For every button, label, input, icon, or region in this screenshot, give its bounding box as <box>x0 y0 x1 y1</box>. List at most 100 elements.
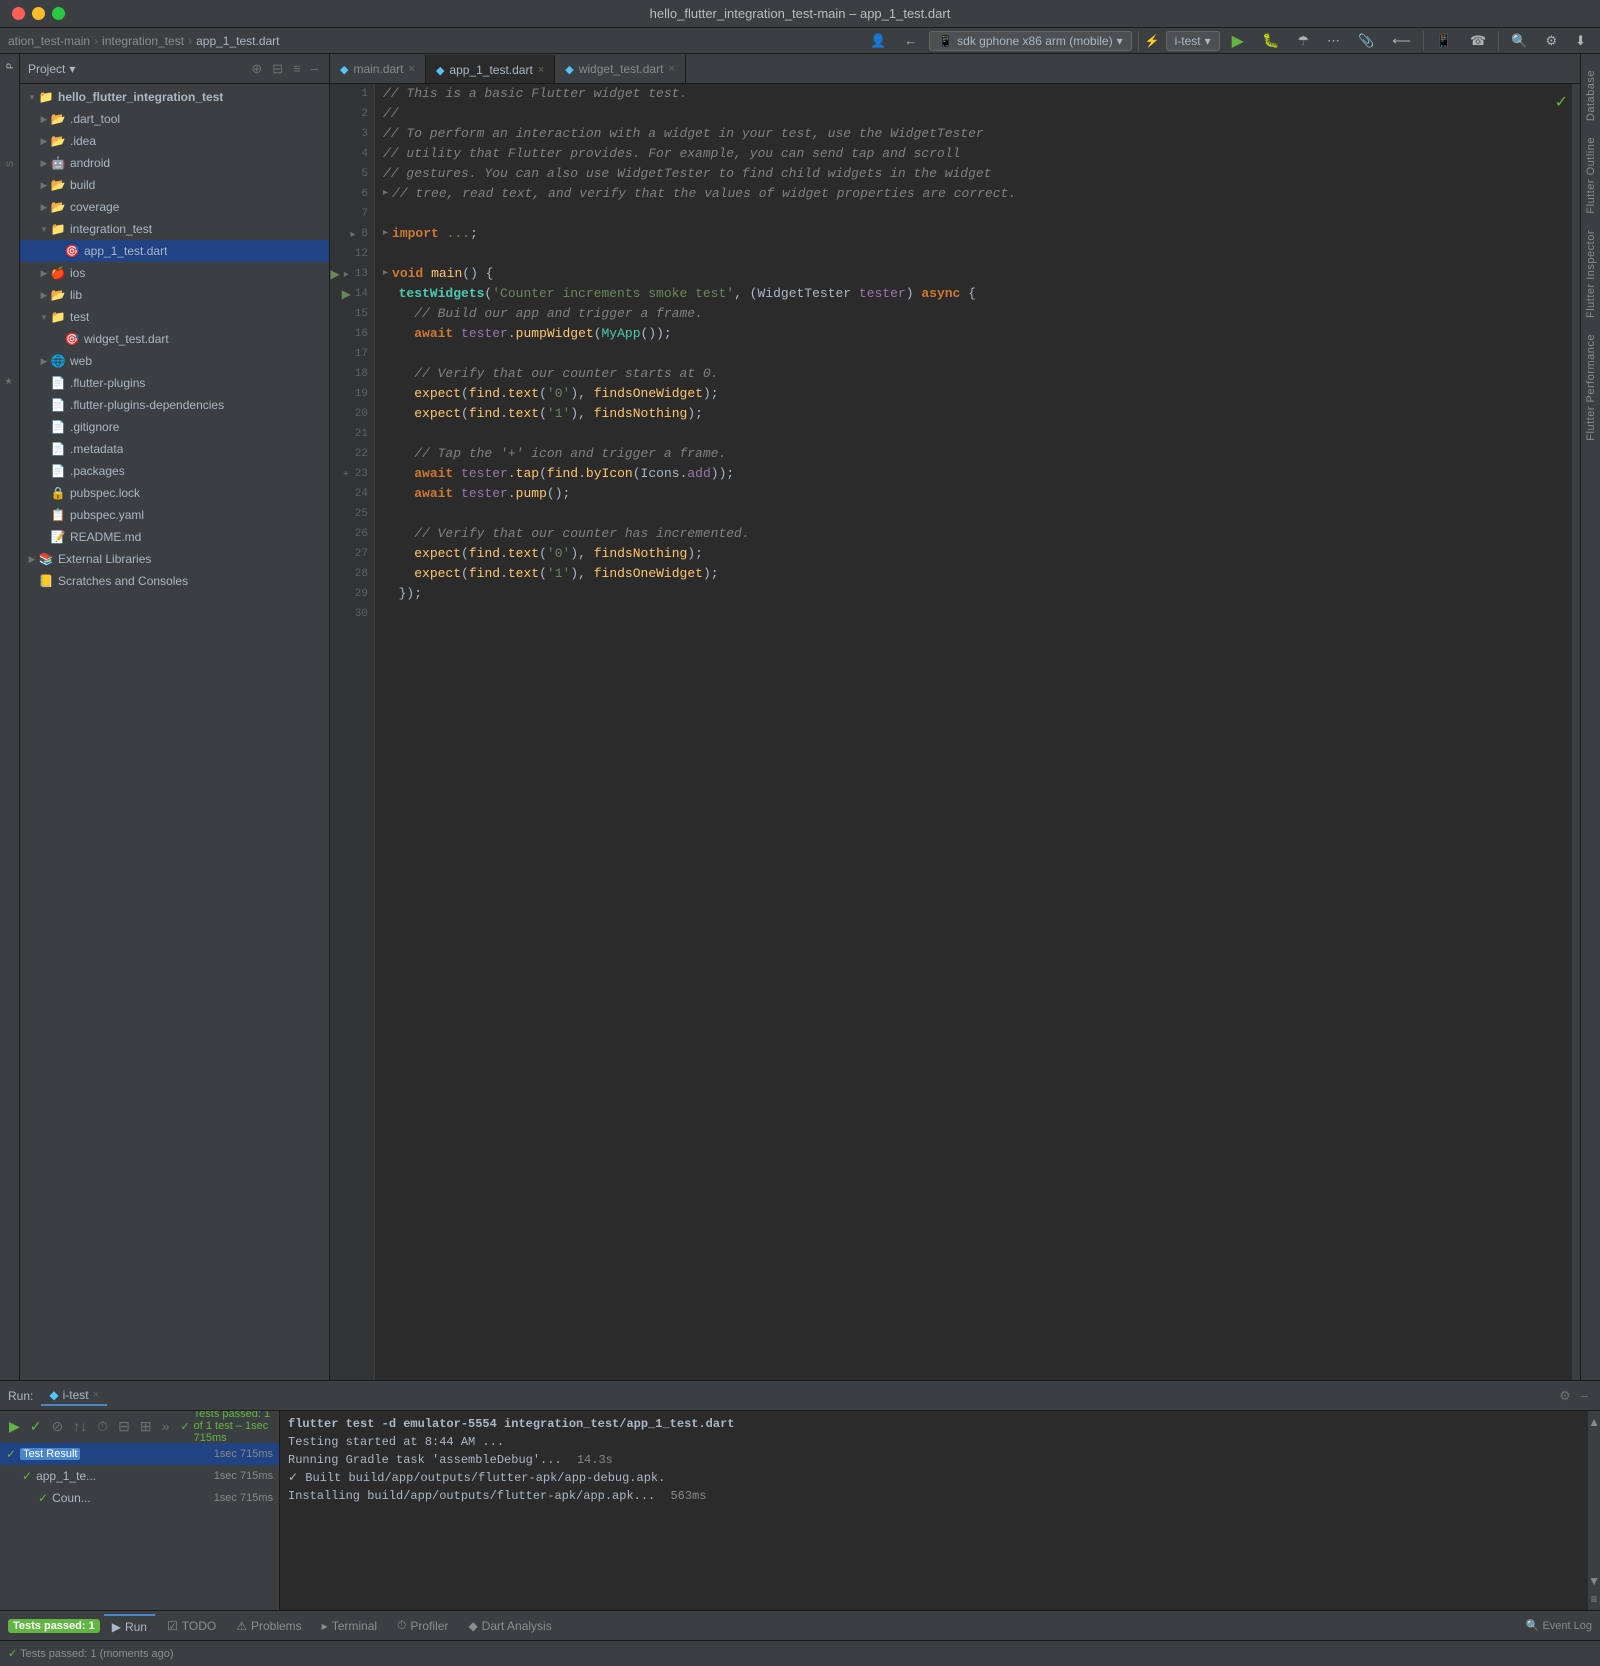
tree-item-pubspec-yaml[interactable]: 📋 pubspec.yaml <box>20 504 329 526</box>
minimize-button[interactable]: – <box>1577 1386 1592 1406</box>
breadcrumb-file[interactable]: app_1_test.dart <box>196 34 279 48</box>
tab-close-button[interactable]: × <box>538 64 544 76</box>
tab-widget-test[interactable]: ◆ widget_test.dart × <box>555 55 686 83</box>
run-gutter-icon[interactable]: ▶ <box>342 287 351 301</box>
tree-item-idea[interactable]: ▶ 📂 .idea <box>20 130 329 152</box>
settings-button[interactable]: ⚙ <box>1555 1386 1575 1406</box>
tab-app1-test[interactable]: ◆ app_1_test.dart × <box>426 55 555 83</box>
scroll-up-button[interactable]: ▲ <box>1588 1415 1600 1429</box>
run-button[interactable]: ▶ <box>1226 28 1250 54</box>
tree-item-metadata[interactable]: 📄 .metadata <box>20 438 329 460</box>
back-arrow-button[interactable]: ⟵ <box>1386 30 1417 52</box>
sidebar-flutter-outline[interactable]: Flutter Outline <box>1583 129 1599 222</box>
locate-file-button[interactable]: ⊕ <box>248 60 265 78</box>
tree-item-coverage[interactable]: ▶ 📂 coverage <box>20 196 329 218</box>
test-result-row-app1[interactable]: ✓ app_1_te... 1sec 715ms <box>0 1465 279 1487</box>
tree-item-ios[interactable]: ▶ 🍎 ios <box>20 262 329 284</box>
more-run-options[interactable]: ⋯ <box>1321 30 1346 52</box>
bottom-tab-todo[interactable]: ☑ TODO <box>159 1615 224 1637</box>
tree-item-widget-test[interactable]: 🎯 widget_test.dart <box>20 328 329 350</box>
tree-root[interactable]: ▾ 📁 hello_flutter_integration_test <box>20 86 329 108</box>
code-editor[interactable]: 1 2 3 4 5 6 7 ▸ 8 12 ▶▶ ▸ 13 ▶ <box>330 84 1580 1380</box>
close-button[interactable] <box>12 7 25 20</box>
window-controls[interactable] <box>12 7 65 20</box>
breadcrumb-folder[interactable]: integration_test <box>102 34 184 48</box>
breadcrumb-project[interactable]: ation_test-main <box>8 34 90 48</box>
settings-button[interactable]: ⚙ <box>1539 30 1563 52</box>
sidebar-flutter-inspector[interactable]: Flutter Inspector <box>1583 222 1599 326</box>
device-selector[interactable]: 📱 sdk gphone x86 arm (mobile) ▾ <box>929 31 1131 51</box>
run-tab-itest[interactable]: ◆ i-test × <box>41 1386 107 1406</box>
sort-alpha-button[interactable]: ↑↓ <box>70 1417 90 1435</box>
favorites-icon[interactable]: ★ <box>2 374 18 390</box>
bottom-tab-run[interactable]: ▶ Run <box>104 1614 155 1638</box>
tree-item-flutter-plugins-dep[interactable]: 📄 .flutter-plugins-dependencies <box>20 394 329 416</box>
item-label: app_1_test.dart <box>84 244 167 258</box>
search-everywhere-button[interactable]: 🔍 <box>1505 30 1533 52</box>
run-tests-button[interactable]: ▶ <box>6 1417 23 1436</box>
run-tab-label: Run <box>125 1620 147 1634</box>
run-config-selector[interactable]: i-test ▾ <box>1166 31 1220 51</box>
tab-main-dart[interactable]: ◆ main.dart × <box>330 55 426 83</box>
tree-item-lib[interactable]: ▶ 📂 lib <box>20 284 329 306</box>
project-sidebar-icon[interactable]: P <box>2 58 18 74</box>
line-numbers-gutter: 1 2 3 4 5 6 7 ▸ 8 12 ▶▶ ▸ 13 ▶ <box>330 84 375 1380</box>
test-result-row-counter[interactable]: ✓ Coun... 1sec 715ms <box>0 1487 279 1509</box>
run-tab-close[interactable]: × <box>93 1389 99 1401</box>
phone-button[interactable]: ☎ <box>1464 30 1492 52</box>
attach-button[interactable]: 📎 <box>1352 30 1380 52</box>
vcs-button[interactable]: 👤 <box>864 30 892 52</box>
expand-button[interactable]: ⊞ <box>137 1417 155 1436</box>
bottom-tab-profiler[interactable]: ⏱ Profiler <box>389 1614 456 1637</box>
tree-item-integration-test[interactable]: ▾ 📁 integration_test <box>20 218 329 240</box>
collapse-all-button[interactable]: ⊟ <box>269 60 286 78</box>
update-button[interactable]: ⬇ <box>1569 30 1592 52</box>
more-options-button[interactable]: » <box>159 1417 173 1435</box>
tree-item-app1-test[interactable]: 🎯 app_1_test.dart <box>20 240 329 262</box>
close-panel-button[interactable]: – <box>308 60 321 78</box>
bottom-tab-problems[interactable]: ⚠ Problems <box>228 1615 309 1637</box>
maximize-button[interactable] <box>52 7 65 20</box>
tree-item-external-libs[interactable]: ▶ 📚 External Libraries <box>20 548 329 570</box>
item-label: .idea <box>70 134 96 148</box>
back-button[interactable]: ← <box>898 30 923 51</box>
tab-close-button[interactable]: × <box>668 63 674 75</box>
scroll-end-button[interactable]: ≡ <box>1590 1592 1597 1606</box>
event-log-link[interactable]: 🔍 Event Log <box>1526 1619 1592 1632</box>
minimize-button[interactable] <box>32 7 45 20</box>
output-panel[interactable]: flutter test -d emulator-5554 integratio… <box>280 1411 1588 1610</box>
debug-button[interactable]: 🐛 <box>1256 29 1285 52</box>
tree-item-readme[interactable]: 📝 README.md <box>20 526 329 548</box>
tree-item-dart-tool[interactable]: ▶ 📂 .dart_tool <box>20 108 329 130</box>
device-manager-button[interactable]: 📱 <box>1430 30 1458 52</box>
tree-item-packages[interactable]: 📄 .packages <box>20 460 329 482</box>
run-gutter-icon[interactable]: ▶▶ <box>330 267 340 281</box>
tree-item-web[interactable]: ▶ 🌐 web <box>20 350 329 372</box>
code-content[interactable]: // This is a basic Flutter widget test. … <box>375 84 1572 1380</box>
tree-item-pubspec-lock[interactable]: 🔒 pubspec.lock <box>20 482 329 504</box>
coverage-button[interactable]: ☂ <box>1291 30 1315 52</box>
test-result-row-main[interactable]: ✓ Test Result 1sec 715ms <box>0 1443 279 1465</box>
tree-item-test[interactable]: ▾ 📁 test <box>20 306 329 328</box>
tests-passed-badge[interactable]: Tests passed: 1 <box>8 1619 100 1633</box>
sidebar-database[interactable]: Database <box>1583 62 1599 129</box>
toggle-passed-button[interactable]: ✓ <box>27 1417 45 1436</box>
stop-button[interactable]: ⊘ <box>49 1417 67 1436</box>
tree-item-build[interactable]: ▶ 📂 build <box>20 174 329 196</box>
tree-item-android[interactable]: ▶ 🤖 android <box>20 152 329 174</box>
gutter-line-25: 25 <box>355 504 368 524</box>
collapse-button[interactable]: ⊟ <box>115 1417 133 1436</box>
tree-options-button[interactable]: ≡ <box>290 60 304 78</box>
scroll-down-button[interactable]: ▼ <box>1588 1574 1600 1588</box>
sidebar-flutter-performance[interactable]: Flutter Performance <box>1583 326 1599 449</box>
editor-scrollbar[interactable] <box>1572 84 1580 1380</box>
tree-item-gitignore[interactable]: 📄 .gitignore <box>20 416 329 438</box>
bottom-tab-terminal[interactable]: ▸ Terminal <box>314 1615 385 1637</box>
bottom-tab-dart-analysis[interactable]: ◆ Dart Analysis <box>460 1615 559 1637</box>
tree-item-scratches[interactable]: 📒 Scratches and Consoles <box>20 570 329 592</box>
tree-item-flutter-plugins[interactable]: 📄 .flutter-plugins <box>20 372 329 394</box>
tab-close-button[interactable]: × <box>409 63 415 75</box>
sort-duration-button[interactable]: ⏱ <box>94 1417 111 1436</box>
structure-icon[interactable]: S <box>2 156 18 172</box>
project-dropdown[interactable]: Project ▾ <box>28 62 75 76</box>
